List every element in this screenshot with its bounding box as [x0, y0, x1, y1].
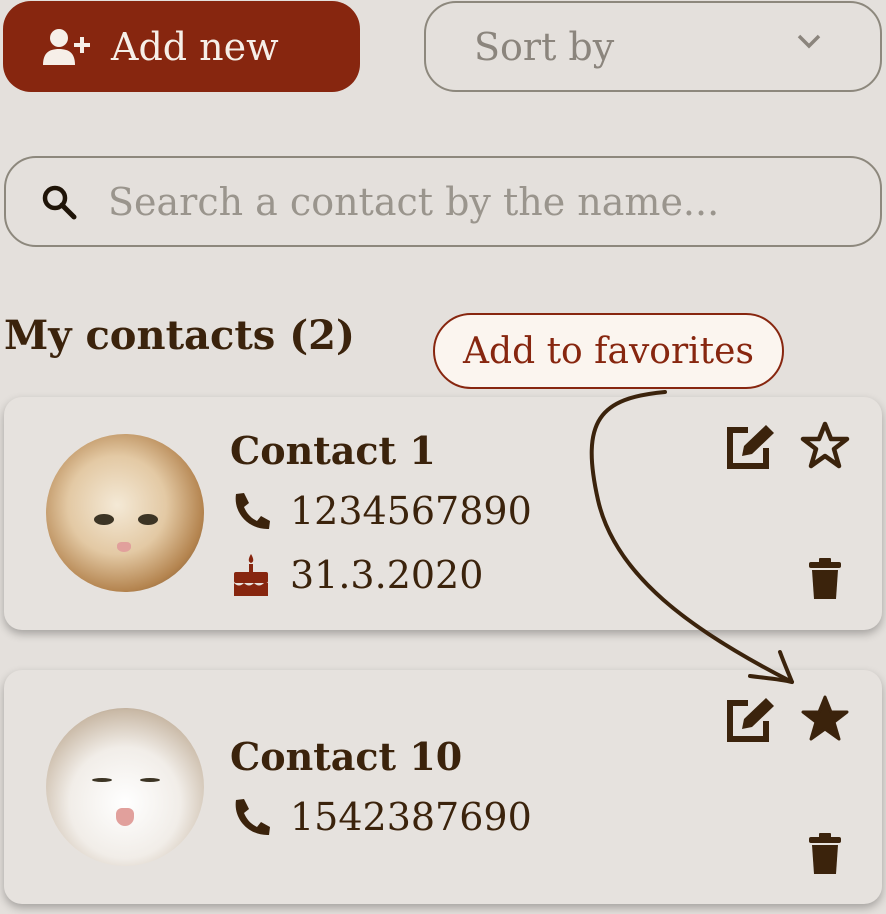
- add-new-label: Add new: [111, 24, 279, 69]
- edit-icon[interactable]: [724, 695, 778, 743]
- avatar-nose: [116, 808, 134, 826]
- contact-card[interactable]: Contact 10 1542387690: [4, 670, 882, 904]
- contact-phone: 1234567890: [230, 489, 532, 533]
- contact-phone: 1542387690: [230, 795, 532, 839]
- avatar: [46, 434, 204, 592]
- edit-icon[interactable]: [724, 422, 778, 470]
- avatar-eye: [94, 514, 114, 525]
- avatar-eye: [138, 514, 158, 525]
- birthday-date: 31.3.2020: [290, 553, 484, 597]
- avatar-eye: [92, 778, 112, 782]
- phone-number: 1234567890: [290, 489, 532, 533]
- search-icon: [42, 185, 77, 219]
- contact-card[interactable]: Contact 1 1234567890 31.3.2020: [4, 397, 882, 630]
- add-new-button[interactable]: Add new: [3, 1, 360, 92]
- search-field[interactable]: [4, 156, 882, 247]
- favorites-tooltip: Add to favorites: [433, 313, 784, 389]
- trash-icon[interactable]: [808, 832, 842, 876]
- star-icon[interactable]: [800, 421, 850, 469]
- contacts-heading: My contacts (2): [4, 312, 355, 359]
- avatar: [46, 708, 204, 866]
- avatar-eye: [140, 778, 160, 782]
- sort-label: Sort by: [474, 24, 615, 69]
- trash-icon[interactable]: [808, 557, 842, 601]
- tooltip-text: Add to favorites: [463, 330, 754, 372]
- contact-birthday: 31.3.2020: [230, 552, 483, 598]
- contacts-page: Add new Sort by My contacts (2) Add to f…: [0, 0, 886, 914]
- chevron-down-icon: [797, 34, 821, 49]
- phone-number: 1542387690: [290, 795, 532, 839]
- cake-icon: [234, 554, 268, 596]
- phone-icon: [235, 493, 270, 530]
- contact-name: Contact 10: [230, 734, 463, 779]
- phone-icon: [235, 799, 270, 836]
- user-plus-icon: [43, 28, 90, 65]
- avatar-nose: [117, 542, 131, 552]
- contact-name: Contact 1: [230, 428, 436, 473]
- sort-select[interactable]: Sort by: [424, 1, 882, 92]
- star-icon[interactable]: [800, 694, 850, 742]
- search-input[interactable]: [108, 179, 808, 224]
